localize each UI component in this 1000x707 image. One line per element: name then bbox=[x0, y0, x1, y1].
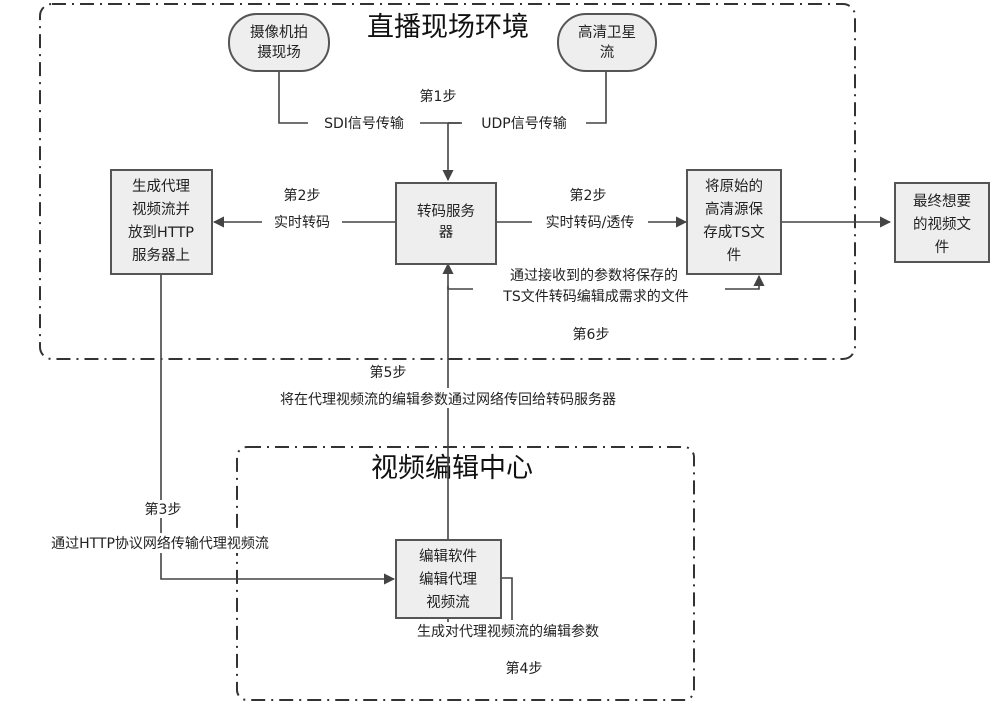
satellite-connector bbox=[586, 71, 607, 124]
step6-label: 第6步 bbox=[573, 326, 610, 343]
live-site-title: 直播现场环境 bbox=[367, 12, 529, 43]
ts-saver-node: 将原始的 高清源保 存成TS文 件 bbox=[686, 169, 782, 275]
step3-label: 第3步 bbox=[145, 501, 182, 518]
svg-text:视频流并: 视频流并 bbox=[132, 201, 190, 218]
svg-text:编辑代理: 编辑代理 bbox=[419, 571, 477, 588]
camera-node: 摄像机拍 摄现场 bbox=[228, 13, 330, 72]
edit-center-title: 视频编辑中心 bbox=[371, 453, 533, 484]
svg-text:将原始的: 将原始的 bbox=[705, 178, 763, 195]
svg-text:放到HTTP: 放到HTTP bbox=[128, 224, 194, 241]
svg-text:摄像机拍: 摄像机拍 bbox=[250, 24, 308, 41]
step5-label: 第5步 bbox=[370, 364, 407, 381]
realtime-transcode-pass-label: 实时转码/透传 bbox=[546, 215, 635, 231]
step6-desc-line1: 通过接收到的参数将保存的 bbox=[510, 267, 678, 284]
svg-text:器: 器 bbox=[439, 225, 454, 241]
svg-text:编辑软件: 编辑软件 bbox=[419, 548, 477, 565]
step1-label: 第1步 bbox=[420, 88, 457, 105]
svg-text:摄现场: 摄现场 bbox=[257, 44, 301, 61]
step4-label: 第4步 bbox=[506, 660, 543, 677]
proxy-node: 生成代理 视频流并 放到HTTP 服务器上 bbox=[110, 169, 213, 275]
step2-right-label: 第2步 bbox=[570, 187, 607, 204]
sdi-label: SDI信号传输 bbox=[324, 116, 404, 132]
transcoder-node: 转码服务 器 bbox=[395, 182, 497, 265]
workflow-diagram: 直播现场环境 视频编辑中心 摄像机拍 摄现场 高清卫星 流 转码服务 器 生成代… bbox=[6, 3, 990, 701]
svg-text:最终想要: 最终想要 bbox=[913, 193, 971, 210]
step5-desc: 将在代理视频流的编辑参数通过网络传回给转码服务器 bbox=[280, 391, 616, 408]
satellite-node: 高清卫星 流 bbox=[557, 13, 657, 72]
step3-desc: 通过HTTP协议网络传输代理视频流 bbox=[51, 536, 269, 552]
realtime-transcode-label: 实时转码 bbox=[274, 215, 330, 231]
editor-node: 编辑软件 编辑代理 视频流 bbox=[395, 539, 502, 619]
step6-connector-left bbox=[447, 286, 473, 290]
step6-desc-line2: TS文件转码编辑成需求的文件 bbox=[502, 289, 688, 305]
svg-text:服务器上: 服务器上 bbox=[132, 247, 190, 264]
step2-left-label: 第2步 bbox=[284, 187, 321, 204]
udp-label: UDP信号传输 bbox=[481, 116, 566, 132]
step4-desc: 生成对代理视频流的编辑参数 bbox=[417, 623, 599, 640]
svg-text:的视频文: 的视频文 bbox=[913, 216, 971, 233]
final-file-node: 最终想要 的视频文 件 bbox=[894, 182, 990, 263]
svg-text:转码服务: 转码服务 bbox=[417, 203, 475, 220]
svg-text:视频流: 视频流 bbox=[426, 594, 470, 611]
svg-text:高清卫星: 高清卫星 bbox=[578, 24, 636, 41]
step4-connector bbox=[501, 577, 513, 620]
svg-text:件: 件 bbox=[935, 239, 950, 256]
step6-connector-right bbox=[725, 274, 765, 290]
svg-text:生成代理: 生成代理 bbox=[132, 178, 190, 195]
svg-text:流: 流 bbox=[600, 44, 615, 61]
svg-text:存成TS文: 存成TS文 bbox=[703, 224, 765, 241]
sdi-connector bbox=[278, 71, 308, 124]
svg-text:件: 件 bbox=[727, 247, 742, 264]
svg-text:高清源保: 高清源保 bbox=[705, 201, 763, 218]
